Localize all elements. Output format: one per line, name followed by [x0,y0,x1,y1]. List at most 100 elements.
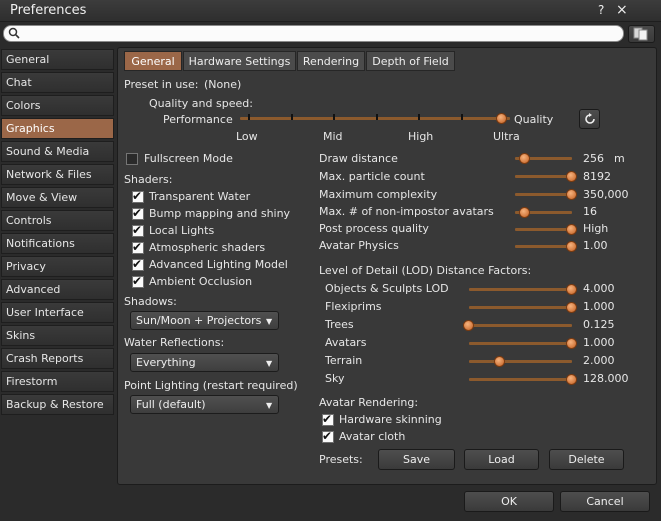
flexiprims-value: 1.000 [583,300,615,313]
avatar-rendering-title: Avatar Rendering: [319,396,419,409]
objects-lod-slider-track[interactable] [469,288,572,291]
shaders-title: Shaders: [124,173,173,186]
avatar-cloth-checkbox[interactable]: ✔ [322,429,334,443]
post-process-slider-track[interactable] [515,228,572,231]
advanced-lighting-checkbox[interactable]: ✔ [132,257,144,271]
title-bar [0,0,661,22]
avatar-physics-value: 1.00 [583,239,608,252]
advanced-lighting-label: Advanced Lighting Model [149,258,288,271]
post-process-label: Post process quality [319,222,429,235]
transparent-water-checkbox[interactable]: ✔ [132,189,144,203]
particle-count-slider-track[interactable] [515,175,572,178]
ok-button[interactable]: OK [464,491,554,512]
quality-slider-knob[interactable] [496,113,507,124]
sidebar-item-notifications[interactable]: Notifications [1,233,114,254]
avatar-cloth-label: Avatar cloth [339,430,406,443]
objects-lod-slider-knob[interactable] [566,284,577,295]
cancel-button[interactable]: Cancel [560,491,650,512]
load-preset-button[interactable]: Load [464,449,539,470]
max-complexity-slider-track[interactable] [515,193,572,196]
check-icon: ✔ [132,223,143,237]
check-icon: ✔ [322,412,333,426]
max-complexity-slider-knob[interactable] [566,189,577,200]
search-input[interactable] [3,25,624,42]
max-complexity-label: Maximum complexity [319,188,438,201]
quality-slider-track[interactable] [240,117,510,120]
tab-depth-of-field[interactable]: Depth of Field [366,51,455,71]
flexiprims-slider-knob[interactable] [566,302,577,313]
quality-tick [376,114,378,120]
avatar-physics-slider-knob[interactable] [566,241,577,252]
terrain-label: Terrain [325,354,363,367]
sidebar-item-privacy[interactable]: Privacy [1,256,114,277]
sidebar-item-general[interactable]: General [1,49,114,70]
local-lights-checkbox[interactable]: ✔ [132,223,144,237]
particle-count-label: Max. particle count [319,170,425,183]
chevron-down-icon: ▼ [266,401,273,410]
window-title: Preferences [10,3,87,18]
quality-title: Quality and speed: [149,97,253,110]
flexiprims-slider-track[interactable] [469,306,572,309]
check-icon: ✔ [322,429,333,443]
lod-title: Level of Detail (LOD) Distance Factors: [319,264,532,277]
sky-slider-knob[interactable] [566,374,577,385]
quality-tick-low: Low [236,130,258,143]
sidebar-item-crash-reports[interactable]: Crash Reports [1,348,114,369]
terrain-slider-track[interactable] [469,360,572,363]
post-process-slider-knob[interactable] [566,224,577,235]
avatars-lod-label: Avatars [325,336,367,349]
avatar-physics-slider-track[interactable] [515,245,572,248]
quality-tick [333,114,335,120]
sidebar-item-backup-restore[interactable]: Backup & Restore [1,394,114,415]
max-complexity-value: 350,000 [583,188,629,201]
fullscreen-checkbox[interactable] [126,153,138,165]
avatars-lod-slider-knob[interactable] [566,338,577,349]
sidebar-item-colors[interactable]: Colors [1,95,114,116]
quality-tick-high: High [408,130,434,143]
sidebar-item-skins[interactable]: Skins [1,325,114,346]
point-lighting-dropdown[interactable]: Full (default) ▼ [130,395,279,414]
water-reflections-dropdown[interactable]: Everything ▼ [130,353,279,372]
atmospheric-shaders-checkbox[interactable]: ✔ [132,240,144,254]
help-icon[interactable]: ? [598,3,604,17]
quality-tick [461,114,463,120]
tab-hardware-settings[interactable]: Hardware Settings [183,51,296,71]
check-icon: ✔ [132,189,143,203]
hardware-skinning-checkbox[interactable]: ✔ [322,412,334,426]
sidebar-item-move-view[interactable]: Move & View [1,187,114,208]
particle-count-slider-knob[interactable] [566,171,577,182]
trees-slider-knob[interactable] [463,320,474,331]
sidebar-item-advanced[interactable]: Advanced [1,279,114,300]
avatars-lod-slider-track[interactable] [469,342,572,345]
delete-preset-button[interactable]: Delete [549,449,624,470]
close-icon[interactable]: × [616,2,628,18]
non-impostor-label: Max. # of non-impostor avatars [319,205,494,218]
sky-slider-track[interactable] [469,378,572,381]
water-reflections-selected: Everything [136,356,196,369]
shadows-dropdown[interactable]: Sun/Moon + Projectors ▼ [130,311,279,330]
search-icon [8,27,20,39]
tab-rendering[interactable]: Rendering [297,51,365,71]
trees-slider-track[interactable] [469,324,572,327]
sidebar-item-graphics[interactable]: Graphics [1,118,114,139]
avatar-physics-label: Avatar Physics [319,239,399,252]
check-icon: ✔ [132,206,143,220]
shadows-title: Shadows: [124,295,177,308]
check-icon: ✔ [132,240,143,254]
trees-label: Trees [325,318,354,331]
bump-mapping-checkbox[interactable]: ✔ [132,206,144,220]
sidebar-item-network-files[interactable]: Network & Files [1,164,114,185]
sidebar-item-controls[interactable]: Controls [1,210,114,231]
ambient-occlusion-checkbox[interactable]: ✔ [132,274,144,288]
quality-tick [248,114,250,120]
check-icon: ✔ [132,274,143,288]
sidebar-item-chat[interactable]: Chat [1,72,114,93]
sidebar-item-firestorm[interactable]: Firestorm [1,371,114,392]
point-lighting-selected: Full (default) [136,398,206,411]
terrain-slider-knob[interactable] [493,356,505,367]
sidebar-item-sound-media[interactable]: Sound & Media [1,141,114,162]
save-preset-button[interactable]: Save [378,449,455,470]
tab-general[interactable]: General [124,51,182,71]
draw-distance-label: Draw distance [319,152,398,165]
sidebar-item-user-interface[interactable]: User Interface [1,302,114,323]
